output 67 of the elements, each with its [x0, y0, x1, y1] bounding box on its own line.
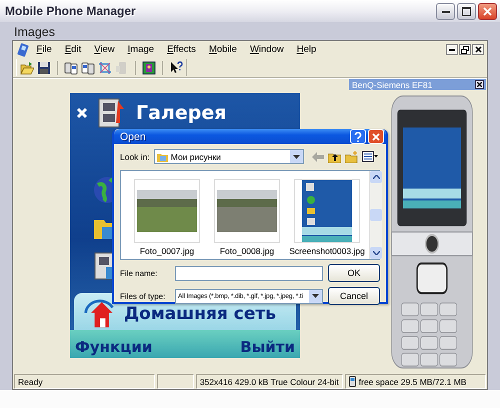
menu-item[interactable]: View: [88, 44, 122, 55]
scroll-thumb[interactable]: [370, 209, 382, 221]
image-info: 352x416 429.0 kB True Colour 24-bit: [196, 374, 343, 389]
minimize-icon: [442, 10, 450, 12]
up-folder-icon[interactable]: [328, 150, 341, 162]
menu-item[interactable]: Image: [121, 44, 161, 55]
file-name[interactable]: Screenshot0003.jpg: [289, 246, 365, 256]
help-pointer-icon[interactable]: [169, 60, 183, 74]
close-icon: [372, 132, 380, 140]
view-menu-icon[interactable]: [362, 151, 378, 162]
help-icon: [354, 132, 362, 142]
look-in-label: Look in:: [120, 152, 150, 162]
picture-frame-icon[interactable]: [142, 60, 156, 74]
file-name[interactable]: Foto_0008.jpg: [220, 246, 274, 256]
help-button[interactable]: [350, 129, 366, 144]
panel-title: BenQ-Siemens EF81: [352, 80, 434, 90]
menu-item[interactable]: Effects: [160, 44, 202, 55]
screen-title: Галерея: [136, 102, 226, 124]
free-space: free space 29.5 MB/72.1 MB: [358, 376, 466, 386]
dialog-title: Open: [120, 130, 147, 142]
minimize-button[interactable]: [446, 44, 458, 55]
file-name-label: File name:: [120, 268, 158, 278]
files-of-type-label: Files of type:: [120, 292, 166, 300]
scroll-up-icon[interactable]: [372, 175, 380, 179]
workspace-label: Images: [13, 24, 55, 40]
maximize-button[interactable]: [457, 2, 476, 20]
status-message: Ready: [14, 374, 156, 389]
menu-item[interactable]: File: [30, 44, 58, 55]
close-icon: [76, 107, 88, 119]
maximize-icon: [462, 6, 471, 16]
menu-item[interactable]: Edit: [58, 44, 88, 55]
softkey-label[interactable]: Функции: [75, 338, 152, 356]
phone-copy-icon[interactable]: [64, 60, 78, 74]
scroll-down-icon[interactable]: [372, 251, 380, 255]
dropdown-arrow-icon: [292, 154, 300, 158]
close-button[interactable]: [475, 80, 484, 89]
file-name-field[interactable]: [175, 266, 323, 280]
minimize-icon: [449, 48, 455, 50]
look-in-dropdown[interactable]: Мои рисунки: [154, 149, 304, 164]
dropdown-arrow-icon: [312, 294, 319, 298]
app-logo-icon: [16, 42, 30, 56]
restore-icon: [461, 46, 469, 54]
close-icon: [477, 82, 482, 87]
ok-button[interactable]: OK: [328, 264, 380, 282]
status-panel: [157, 374, 194, 389]
cancel-button[interactable]: Cancel: [328, 287, 380, 305]
open-folder-icon[interactable]: [20, 60, 34, 74]
menu-item-label: Домашняя сеть: [124, 304, 276, 326]
file-name[interactable]: Foto_0007.jpg: [140, 246, 194, 256]
menu-item[interactable]: Window: [243, 44, 290, 55]
menu-item[interactable]: Mobile: [202, 44, 244, 55]
restore-button[interactable]: [459, 44, 471, 55]
window-title: Mobile Phone Manager: [5, 4, 137, 18]
menu-item[interactable]: Help: [290, 44, 323, 55]
phone-icon: [348, 376, 356, 387]
photo-placeholder: [137, 190, 197, 232]
crop-icon[interactable]: [98, 60, 112, 74]
close-icon: [474, 46, 482, 53]
folder-icon: [156, 152, 168, 162]
close-button[interactable]: [478, 2, 497, 20]
phone-copy-icon[interactable]: [81, 60, 95, 74]
minimize-button[interactable]: [436, 2, 455, 20]
softkey-label[interactable]: Выйти: [240, 338, 295, 356]
close-button[interactable]: [472, 44, 484, 55]
photo-placeholder: [217, 190, 277, 232]
scrollbar[interactable]: [369, 171, 382, 259]
close-icon: [483, 6, 492, 16]
